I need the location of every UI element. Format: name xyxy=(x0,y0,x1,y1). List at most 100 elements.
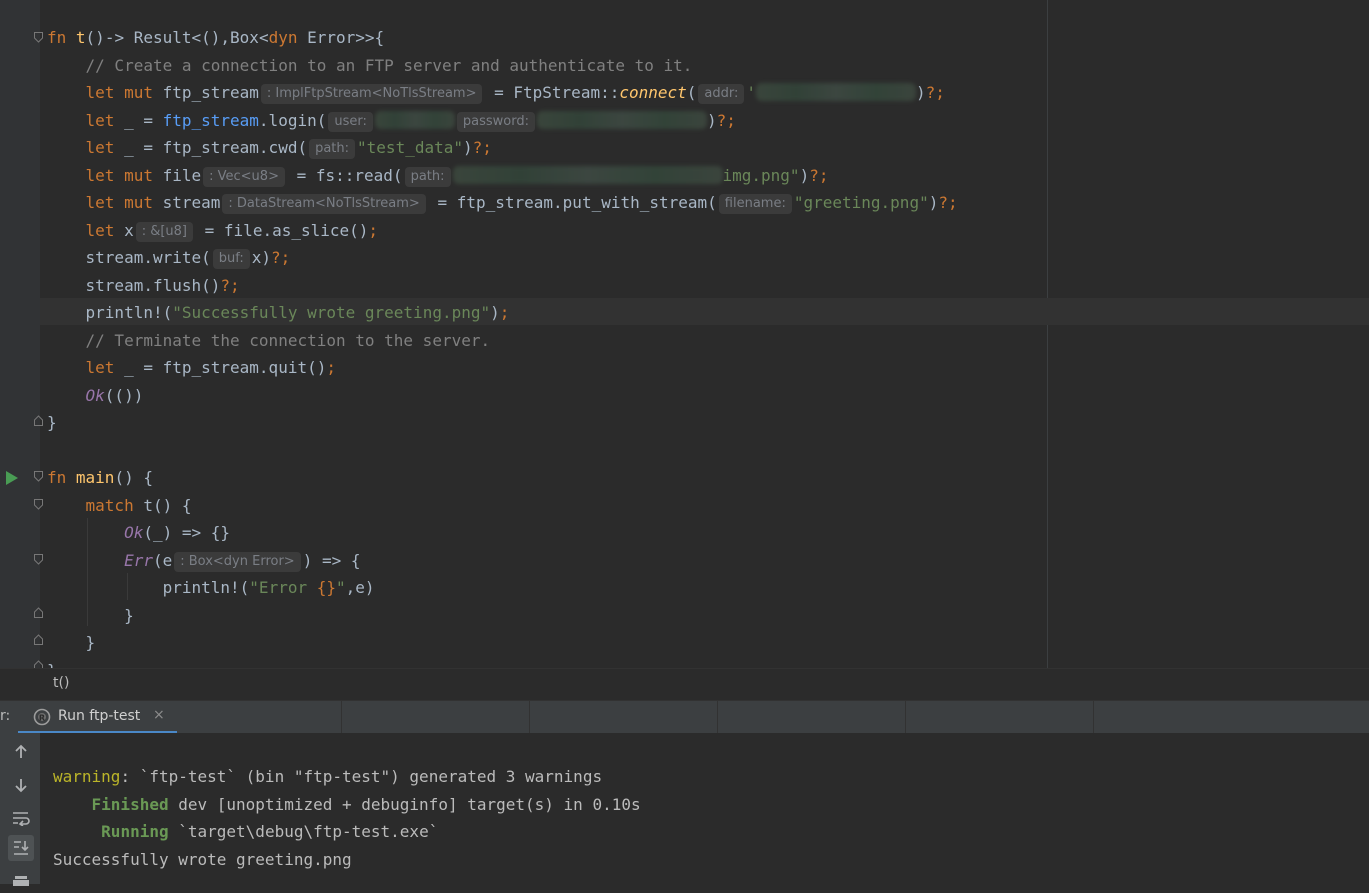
redacted-text xyxy=(756,83,917,101)
fold-open-icon[interactable] xyxy=(34,32,43,43)
code-token: dev [unoptimized + debuginfo] target(s) … xyxy=(168,794,641,814)
close-icon[interactable]: × xyxy=(153,707,165,723)
code-line: let _ = ftp_stream.login(user: password:)… xyxy=(47,107,736,134)
code-token: } xyxy=(47,413,57,432)
code-token: Running xyxy=(101,822,169,841)
code-token: ) xyxy=(799,165,810,185)
code-token: img.png" xyxy=(722,165,800,185)
code-token: println!( xyxy=(162,578,250,597)
code-token: dyn xyxy=(268,28,298,47)
redacted-text xyxy=(536,110,707,129)
code-token: } xyxy=(124,605,134,625)
code-token: Error>>{ xyxy=(297,28,385,47)
tab-run-ftp-test[interactable]: R Run ftp-test × xyxy=(18,701,177,734)
redacted-text xyxy=(452,165,723,184)
code-token: ; xyxy=(499,303,510,322)
code-token: (e xyxy=(152,550,173,570)
code-token: Successfully wrote greeting.png xyxy=(53,849,352,869)
code-line: // Create a connection to an FTP server … xyxy=(47,52,693,79)
tab-divider xyxy=(529,701,530,733)
inlay-hint: : &[u8] xyxy=(135,221,194,242)
console-line: warning: `ftp-test` (bin "ftp-test") gen… xyxy=(53,763,602,790)
fold-close-icon[interactable] xyxy=(34,415,43,426)
scroll-to-end-icon[interactable] xyxy=(8,835,34,861)
code-line: let mut ftp_stream: ImplFtpStream<NoTlsS… xyxy=(47,79,945,106)
code-line: fn t()-> Result<(),Box<dyn Error>>{ xyxy=(47,24,384,51)
svg-text:R: R xyxy=(39,714,45,723)
code-token: file xyxy=(162,165,202,185)
code-editor[interactable]: fn t()-> Result<(),Box<dyn Error>>{ // C… xyxy=(0,0,1369,668)
code-line: let _ = ftp_stream.quit(); xyxy=(47,354,336,381)
code-token: "greeting.png" xyxy=(793,193,929,212)
code-token: ) xyxy=(490,303,500,322)
code-token: ; xyxy=(368,220,379,240)
fold-close-icon[interactable] xyxy=(34,634,43,645)
fold-open-icon[interactable] xyxy=(34,499,43,510)
code-token: } xyxy=(47,661,57,669)
code-token: warning xyxy=(53,767,121,786)
inlay-hint: : DataStream<NoTlsStream> xyxy=(222,194,426,214)
right-margin-guide xyxy=(1047,0,1048,668)
code-token: stream.write( xyxy=(85,248,211,267)
down-arrow-icon[interactable] xyxy=(8,772,34,798)
fold-open-icon[interactable] xyxy=(34,471,43,482)
soft-wrap-icon[interactable] xyxy=(8,805,34,831)
code-token: } xyxy=(85,633,96,652)
code-token: let mut xyxy=(85,193,163,212)
fold-close-icon[interactable] xyxy=(34,607,43,618)
code-token: Ok xyxy=(85,385,105,405)
inlay-hint: path: xyxy=(309,139,356,159)
code-token: println!( xyxy=(85,303,173,322)
run-gutter-icon[interactable] xyxy=(6,470,18,489)
code-token: connect xyxy=(619,83,687,102)
code-line: println!("Successfully wrote greeting.pn… xyxy=(47,299,510,326)
code-token: ; xyxy=(326,358,336,377)
code-token: ?; xyxy=(271,248,291,267)
code-token: _ = xyxy=(124,110,163,130)
code-token: main xyxy=(75,468,115,487)
tab-label: Run ftp-test xyxy=(58,708,141,724)
breadcrumb-item[interactable]: t() xyxy=(53,675,69,691)
code-token: = FtpStream:: xyxy=(484,83,620,102)
code-token: "Successfully wrote greeting.png" xyxy=(172,303,491,322)
code-token: _ = ftp_stream.quit() xyxy=(124,358,327,377)
fold-close-icon[interactable] xyxy=(34,660,43,668)
code-token: ?; xyxy=(220,275,240,295)
code-line: stream.write(buf: x)?; xyxy=(47,244,290,271)
print-icon[interactable] xyxy=(8,867,34,893)
code-token: // Create a connection to an FTP server … xyxy=(85,55,693,75)
code-line: // Terminate the connection to the serve… xyxy=(47,327,491,354)
inlay-hint: filename: xyxy=(718,194,792,214)
code-token: t() { xyxy=(143,495,192,515)
code-token: fn xyxy=(47,468,76,487)
tool-window-prefix: r: xyxy=(0,708,11,724)
code-token: ) xyxy=(706,110,717,130)
run-console[interactable]: warning: `ftp-test` (bin "ftp-test") gen… xyxy=(0,733,1369,886)
code-line: Ok(()) xyxy=(47,382,144,409)
console-line: Successfully wrote greeting.png xyxy=(53,846,352,873)
redacted-text xyxy=(374,110,455,129)
code-token: {} xyxy=(316,578,336,597)
code-line: stream.flush()?; xyxy=(47,272,240,299)
code-token: let mut xyxy=(85,83,163,102)
code-line: } xyxy=(47,657,57,669)
fold-open-icon[interactable] xyxy=(34,554,43,565)
code-token: stream.flush() xyxy=(85,275,221,295)
code-token: "test_data" xyxy=(357,138,463,157)
code-token: x) xyxy=(251,248,272,267)
inlay-hint: password: xyxy=(456,111,535,132)
code-token: let xyxy=(85,110,125,130)
up-arrow-icon[interactable] xyxy=(8,739,34,765)
inlay-hint: : Box<dyn Error> xyxy=(174,551,301,572)
editor-gutter xyxy=(0,0,40,668)
